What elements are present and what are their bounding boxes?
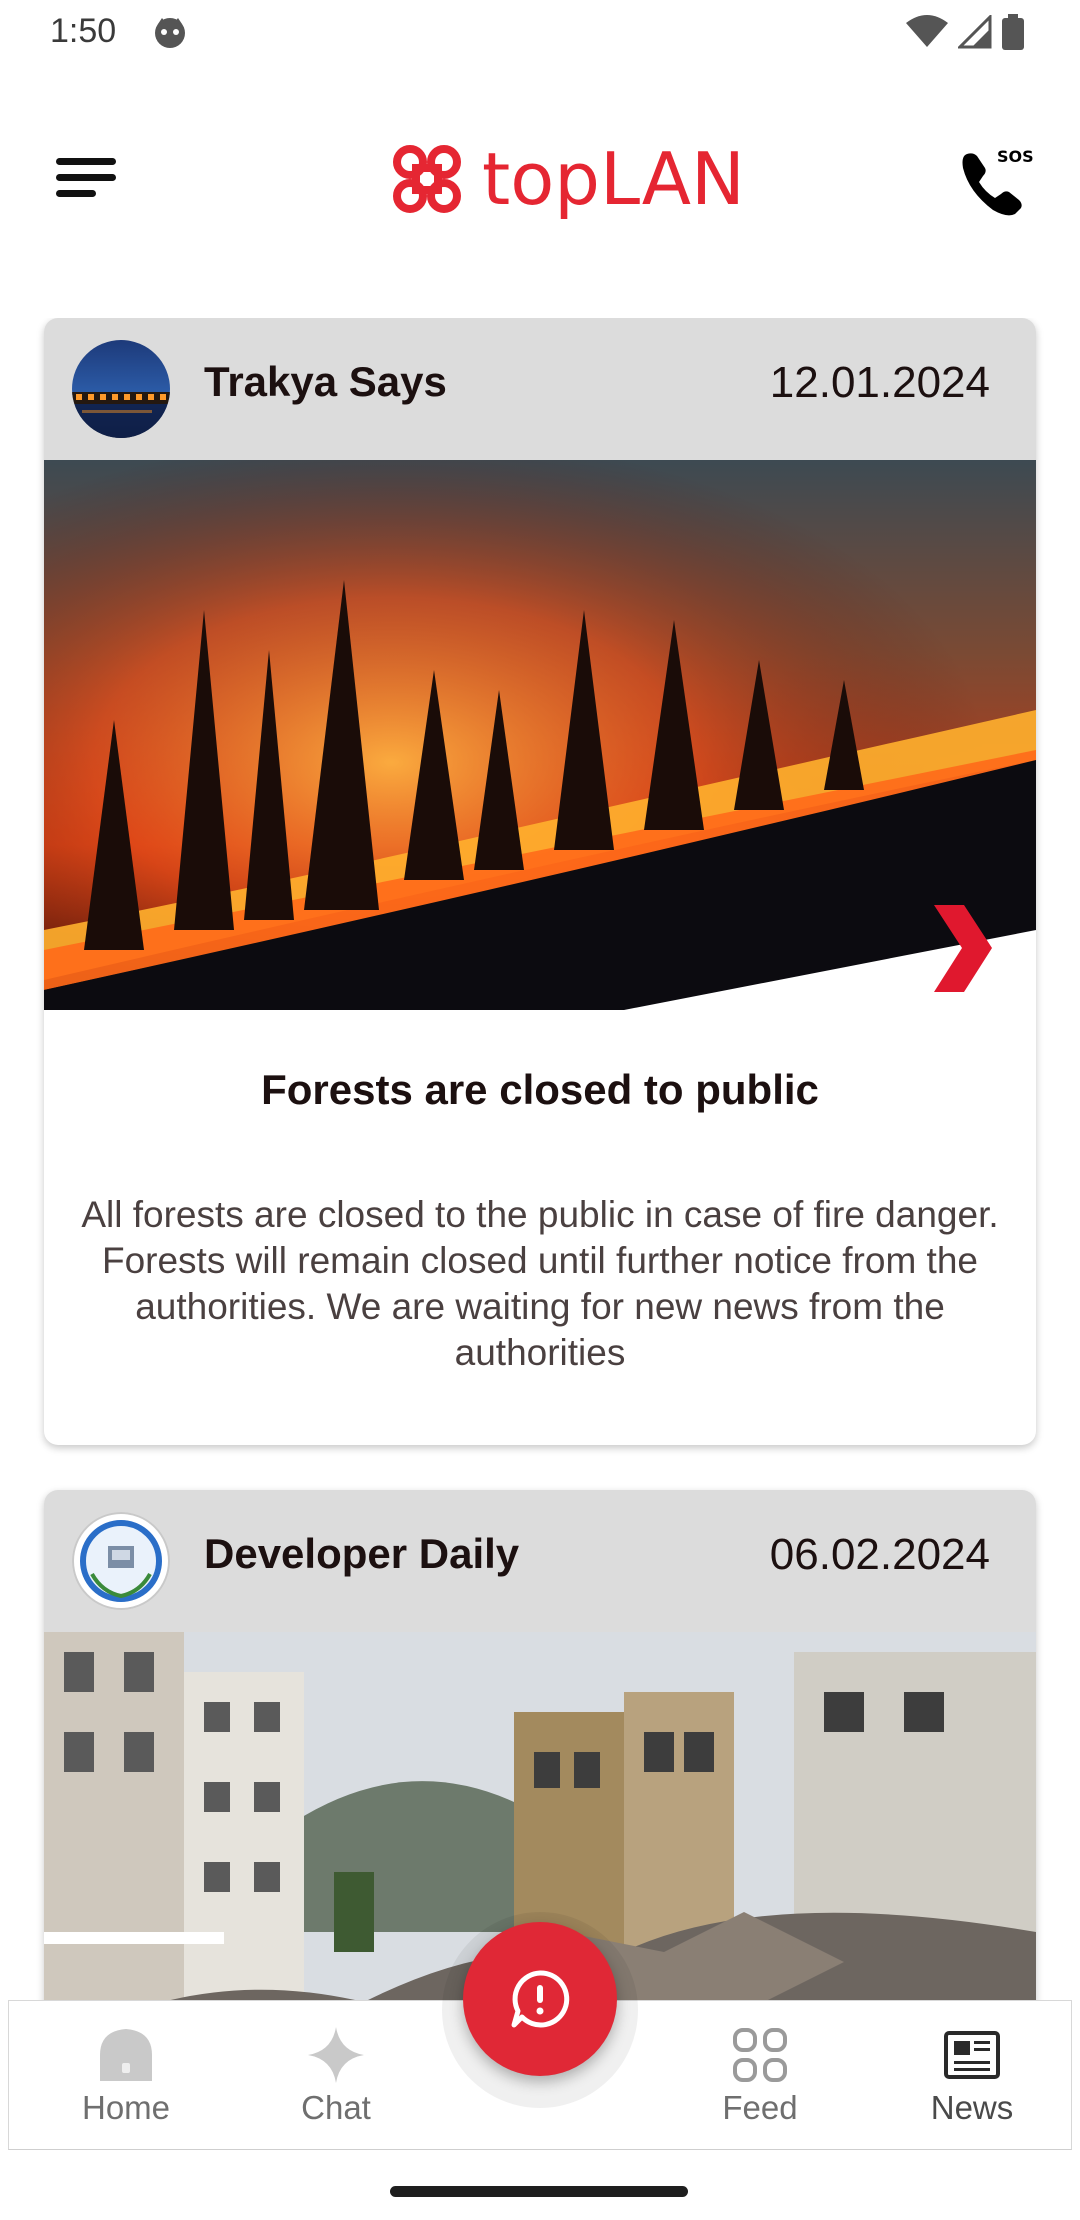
home-icon (100, 2029, 152, 2081)
post-image[interactable] (44, 460, 1036, 1010)
nav-home[interactable]: Home (46, 2001, 206, 2151)
author-name: Trakya Says (204, 358, 447, 405)
app-header: topLAN SOS (0, 110, 1080, 240)
nav-feed-label: Feed (722, 2089, 798, 2126)
cell-signal-icon (956, 13, 992, 54)
menu-icon (56, 158, 116, 197)
post-date: 12.01.2024 (769, 358, 990, 407)
author-name: Developer Daily (204, 1530, 520, 1577)
author-avatar[interactable] (72, 1512, 170, 1610)
logo-text: topLAN (482, 137, 745, 221)
nav-news-label: News (930, 2089, 1014, 2126)
newspaper-icon (944, 2031, 1000, 2079)
post-title: Forests are closed to public (261, 1066, 819, 1113)
status-bar: 1:50 (0, 0, 1080, 66)
app-logo: topLAN (388, 134, 745, 224)
nav-feed[interactable]: Feed (680, 2001, 840, 2151)
post-body: All forests are closed to the public in … (81, 1194, 999, 1373)
notification-app-icon (152, 14, 188, 50)
sparkle-icon (308, 2027, 364, 2083)
post-header: Trakya Says 12.01.2024 (44, 318, 1036, 460)
nav-news[interactable]: News (892, 2001, 1052, 2151)
wifi-icon (906, 15, 948, 54)
nav-chat-label: Chat (301, 2089, 371, 2126)
menu-button[interactable] (52, 150, 122, 210)
author-avatar[interactable] (72, 340, 170, 438)
alert-chat-icon (511, 1970, 570, 2028)
post-date: 06.02.2024 (769, 1530, 990, 1579)
post-header: Developer Daily 06.02.2024 (44, 1490, 1036, 1632)
nav-chat[interactable]: Chat (256, 2001, 416, 2151)
home-indicator[interactable] (390, 2186, 688, 2197)
post-card[interactable]: Trakya Says 12.01.2024 Forests are close… (44, 318, 1036, 1445)
news-feed[interactable]: Trakya Says 12.01.2024 Forests are close… (0, 318, 1080, 2000)
logo-mark-icon (393, 145, 461, 213)
sos-call-button[interactable]: SOS (955, 142, 1035, 222)
sos-phone-icon: SOS (962, 147, 1034, 216)
status-time: 1:50 (50, 12, 117, 50)
grid-icon (733, 2028, 787, 2082)
svg-text:SOS: SOS (997, 147, 1034, 166)
nav-home-label: Home (81, 2089, 171, 2126)
status-indicators (906, 13, 1024, 55)
battery-icon (1002, 14, 1024, 55)
report-alert-button[interactable] (463, 1922, 617, 2076)
